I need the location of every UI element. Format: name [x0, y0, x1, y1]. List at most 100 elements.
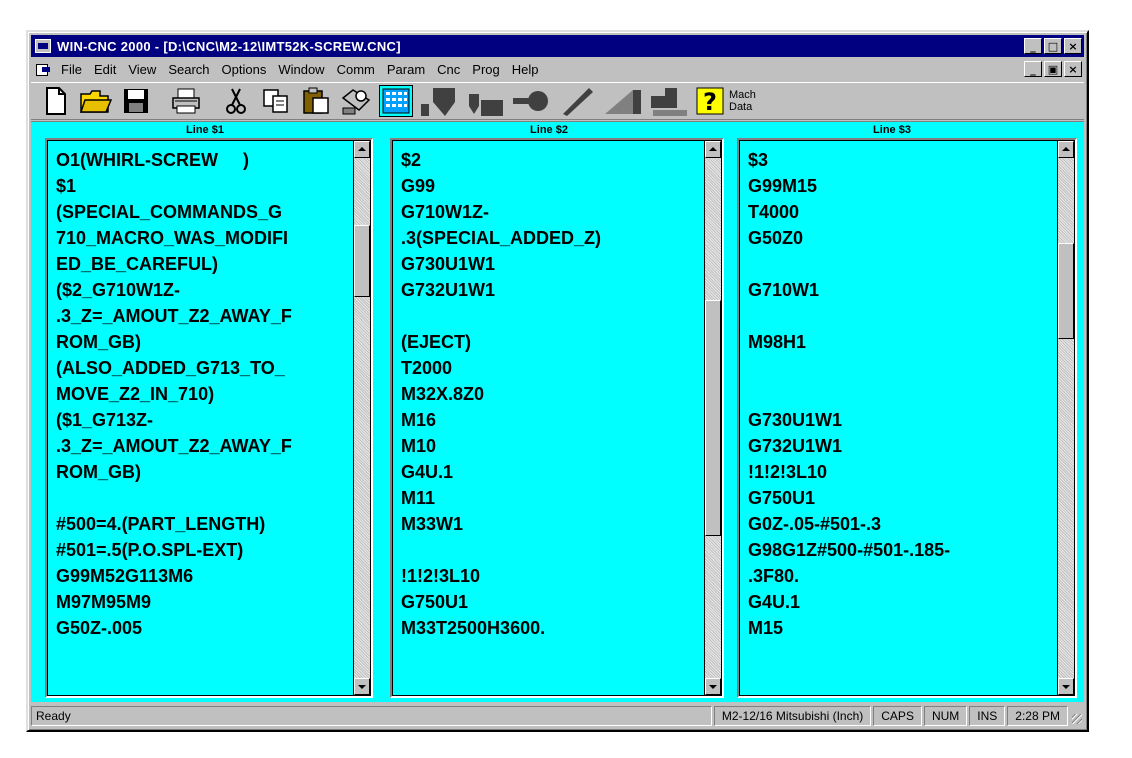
- menu-edit[interactable]: Edit: [88, 62, 122, 77]
- scroll-down-arrow-icon[interactable]: [1058, 678, 1074, 695]
- menu-view[interactable]: View: [122, 62, 162, 77]
- toolbar: ? Mach Data: [31, 82, 1084, 120]
- code-line: G750U1: [401, 592, 469, 612]
- print-icon[interactable]: [169, 85, 203, 117]
- open-folder-icon[interactable]: [79, 85, 113, 117]
- code-line: M33W1: [401, 514, 464, 534]
- scroll-up-arrow-icon[interactable]: [705, 141, 721, 158]
- menu-search[interactable]: Search: [162, 62, 215, 77]
- menu-comm[interactable]: Comm: [331, 62, 381, 77]
- drill-tool-icon[interactable]: [465, 85, 505, 117]
- code-line: G50Z-.005: [56, 618, 143, 638]
- taper-tool-icon[interactable]: [603, 85, 643, 117]
- menu-prog[interactable]: Prog: [466, 62, 505, 77]
- turning-tool-icon[interactable]: [511, 85, 551, 117]
- window-title: WIN-CNC 2000 - [D:\CNC\M2-12\IMT52K-SCRE…: [57, 38, 401, 54]
- new-file-icon[interactable]: [39, 85, 73, 117]
- code-line: .3(SPECIAL_ADDED_Z): [401, 228, 602, 248]
- pane-title-line-3: Line $3: [873, 124, 911, 136]
- code-line: $1: [56, 176, 77, 196]
- scroll-thumb[interactable]: [705, 300, 721, 536]
- code-line: $2: [401, 150, 422, 170]
- spindle-tool-icon[interactable]: [419, 85, 459, 117]
- scroll-thumb[interactable]: [1058, 242, 1074, 339]
- vertical-scrollbar-line-2[interactable]: [704, 140, 722, 696]
- code-line: ($2_G710W1Z-: [56, 280, 181, 300]
- status-num: NUM: [923, 706, 968, 726]
- code-line: .3_Z=_AMOUT_Z2_AWAY_F: [56, 436, 292, 456]
- doc-restore-button[interactable]: ▣: [1044, 61, 1062, 77]
- mach-data-button[interactable]: Mach Data: [729, 89, 756, 113]
- code-line: T2000: [401, 358, 453, 378]
- app-window: WIN-CNC 2000 - [D:\CNC\M2-12\IMT52K-SCRE…: [26, 30, 1089, 732]
- code-line: M10: [401, 436, 437, 456]
- resize-grip-icon[interactable]: [1068, 706, 1084, 726]
- code-line: ED_BE_CAREFUL): [56, 254, 219, 274]
- profile-tool-icon[interactable]: [649, 85, 689, 117]
- code-line: M11: [401, 488, 436, 508]
- code-line: G732U1W1: [401, 280, 496, 300]
- code-line: O1(WHIRL-SCREW ): [56, 150, 249, 170]
- scroll-up-arrow-icon[interactable]: [1058, 141, 1074, 158]
- paste-clipboard-icon[interactable]: [299, 85, 333, 117]
- cut-scissors-icon[interactable]: [219, 85, 253, 117]
- code-line: G730U1W1: [748, 410, 843, 430]
- code-line: .3_Z=_AMOUT_Z2_AWAY_F: [56, 306, 292, 326]
- close-button[interactable]: ×: [1064, 38, 1082, 54]
- scroll-down-arrow-icon[interactable]: [354, 678, 370, 695]
- menu-file[interactable]: File: [55, 62, 88, 77]
- maximize-button[interactable]: □: [1044, 38, 1062, 54]
- code-line: M33T2500H3600.: [401, 618, 546, 638]
- vertical-scrollbar-line-3[interactable]: [1057, 140, 1075, 696]
- scroll-down-arrow-icon[interactable]: [705, 678, 721, 695]
- copy-icon[interactable]: [259, 85, 293, 117]
- title-bar[interactable]: WIN-CNC 2000 - [D:\CNC\M2-12\IMT52K-SCRE…: [31, 35, 1084, 57]
- vertical-scrollbar-line-1[interactable]: [353, 140, 371, 696]
- pane-title-line-1: Line $1: [186, 124, 224, 136]
- code-pane-line-1[interactable]: O1(WHIRL-SCREW ) $1 (SPECIAL_COMMANDS_G …: [45, 138, 373, 698]
- document-icon[interactable]: [35, 62, 51, 76]
- code-line: T4000: [748, 202, 800, 222]
- code-line: !1!2!3L10: [401, 566, 481, 586]
- boring-bar-icon[interactable]: [557, 85, 597, 117]
- code-pane-line-3[interactable]: $3 G99M15 T4000 G50Z0 G710W1 M98H1 G730U…: [737, 138, 1077, 698]
- scroll-up-arrow-icon[interactable]: [354, 141, 370, 158]
- code-line: ROM_GB): [56, 462, 141, 482]
- app-icon[interactable]: [35, 39, 51, 53]
- menu-cnc[interactable]: Cnc: [431, 62, 466, 77]
- menu-param[interactable]: Param: [381, 62, 431, 77]
- code-line: $3: [748, 150, 769, 170]
- save-disk-icon[interactable]: [119, 85, 153, 117]
- editor-panes: Line $1 O1(WHIRL-SCREW ) $1 (SPECIAL_COM…: [31, 121, 1084, 702]
- code-line: G4U.1: [748, 592, 801, 612]
- code-text-area-line-1[interactable]: O1(WHIRL-SCREW ) $1 (SPECIAL_COMMANDS_G …: [47, 140, 353, 696]
- code-text-area-line-2[interactable]: $2 G99 G710W1Z- .3(SPECIAL_ADDED_Z) G730…: [392, 140, 704, 696]
- cnc-machine-icon[interactable]: [339, 85, 373, 117]
- menu-bar: File Edit View Search Options Window Com…: [31, 58, 1084, 80]
- code-line: M98H1: [748, 332, 807, 352]
- calculator-grid-icon[interactable]: [379, 85, 413, 117]
- help-question-icon[interactable]: ?: [695, 85, 725, 117]
- menu-window[interactable]: Window: [272, 62, 330, 77]
- code-line: (EJECT): [401, 332, 472, 352]
- code-line: 710_MACRO_WAS_MODIFI: [56, 228, 289, 248]
- status-message: Ready: [31, 706, 712, 726]
- scroll-thumb[interactable]: [354, 225, 370, 298]
- code-pane-line-2[interactable]: $2 G99 G710W1Z- .3(SPECIAL_ADDED_Z) G730…: [390, 138, 724, 698]
- code-text-area-line-3[interactable]: $3 G99M15 T4000 G50Z0 G710W1 M98H1 G730U…: [739, 140, 1057, 696]
- menu-help[interactable]: Help: [506, 62, 545, 77]
- doc-minimize-button[interactable]: _: [1024, 61, 1042, 77]
- code-line: M32X.8Z0: [401, 384, 485, 404]
- minimize-button[interactable]: _: [1024, 38, 1042, 54]
- code-line: G50Z0: [748, 228, 804, 248]
- status-caps: CAPS: [873, 706, 922, 726]
- doc-close-button[interactable]: ×: [1064, 61, 1082, 77]
- menu-options[interactable]: Options: [216, 62, 273, 77]
